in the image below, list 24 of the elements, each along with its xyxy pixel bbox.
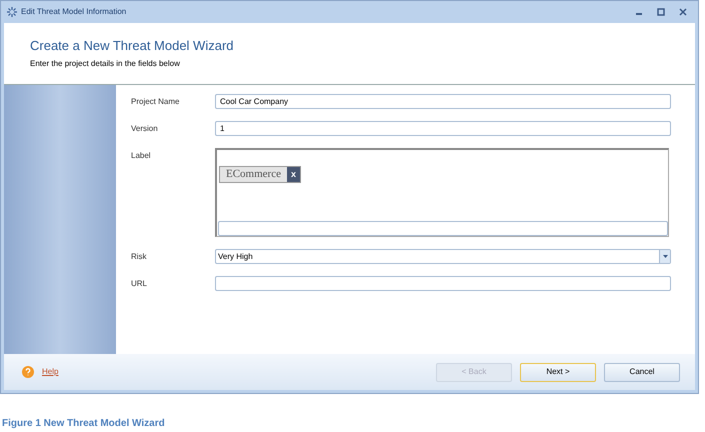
window-title: Edit Threat Model Information: [21, 6, 128, 18]
maximize-icon[interactable]: [656, 7, 666, 17]
dropdown-value: Very High: [218, 250, 253, 262]
close-icon[interactable]: [678, 7, 688, 17]
field-label: Risk: [131, 251, 148, 263]
wizard-title: Create a New Threat Model Wizard: [30, 37, 235, 55]
dropdown-field[interactable]: Very High: [215, 249, 671, 264]
tag-text: ECommerce: [220, 167, 287, 182]
field-label: URL: [131, 278, 148, 290]
text-field[interactable]: Cool Car Company: [215, 94, 671, 109]
app-icon: [7, 7, 17, 17]
field-label: Version: [131, 123, 159, 135]
help-link[interactable]: Help: [42, 366, 58, 378]
wizard-subtitle: Enter the project details in the fields below: [30, 58, 181, 70]
label-input-field[interactable]: [218, 221, 668, 236]
text-field[interactable]: [215, 276, 671, 291]
wizard-button[interactable]: Next >: [520, 362, 596, 382]
field-label: Label: [131, 150, 152, 162]
text-field[interactable]: 1: [215, 121, 671, 136]
figure-caption: Figure 1 New Threat Model Wizard: [2, 417, 165, 431]
help-icon: [22, 366, 34, 378]
field-label: Project Name: [131, 96, 180, 108]
tag-remove-button[interactable]: x: [286, 167, 300, 182]
wizard-button[interactable]: Cancel: [604, 362, 680, 382]
